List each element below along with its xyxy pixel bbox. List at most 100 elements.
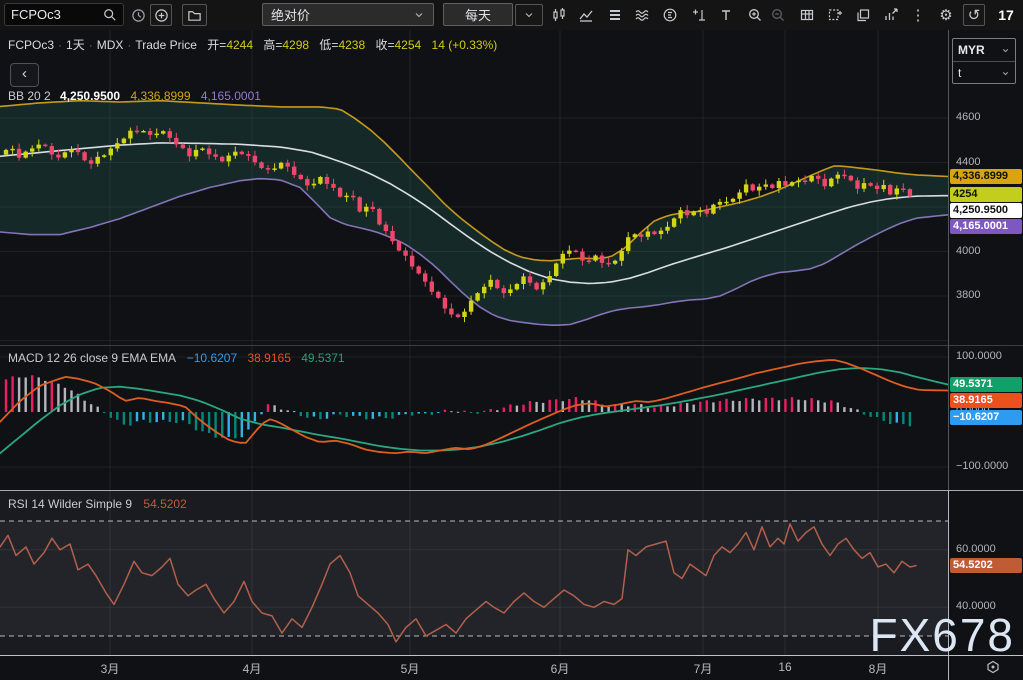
main-price-pane[interactable] xyxy=(0,30,948,345)
price-badge: 38.9165 xyxy=(950,393,1022,408)
interval-value: 每天 xyxy=(465,5,491,24)
price-axis-separator-bottom xyxy=(948,490,949,680)
top-toolbar: FCPOc3 绝对价 每天 ⋮ ⚙ ↺ 17 xyxy=(0,0,1023,30)
price-mode-dropdown[interactable]: 绝对价 xyxy=(262,3,434,26)
time-tick-label: 3月 xyxy=(101,660,120,677)
session-settings-button[interactable] xyxy=(985,659,1001,680)
high-label: 高= xyxy=(263,38,282,52)
bb-basis-value: 4,250.9500 xyxy=(60,89,120,103)
price-tick-label: 100.0000 xyxy=(956,350,1002,362)
candles-icon xyxy=(551,7,567,23)
e-circle-icon xyxy=(662,7,678,23)
time-tick-label: 5月 xyxy=(401,660,420,677)
price-mode-value: 绝对价 xyxy=(271,5,310,24)
price-badge: −10.6207 xyxy=(950,410,1022,425)
open-value: 4244 xyxy=(226,38,253,52)
zoom-out-icon xyxy=(770,7,786,23)
copy-layout-icon xyxy=(855,7,871,23)
hexagon-dot-icon xyxy=(985,659,1001,675)
pane-separator-rsi[interactable] xyxy=(0,490,1023,491)
rsi-pane[interactable] xyxy=(0,490,948,655)
legend-symbol[interactable]: FCPOc3 xyxy=(8,38,54,52)
indicators-icon xyxy=(578,7,594,23)
price-badge: 49.5371 xyxy=(950,377,1022,392)
compare-add-button[interactable] xyxy=(150,4,172,26)
change-value: 14 (+0.33%) xyxy=(432,38,498,52)
chevron-down-icon xyxy=(1001,69,1010,78)
zoom-out-button[interactable] xyxy=(767,4,789,26)
rsi-value: 54.5202 xyxy=(143,497,186,511)
interval-dropdown[interactable]: 每天 xyxy=(443,3,513,26)
price-badge: 4,165.0001 xyxy=(950,219,1022,234)
legend-timeframe[interactable]: 1天 xyxy=(66,38,85,52)
time-axis-separator xyxy=(0,655,1023,656)
bb-title: BB 20 2 xyxy=(8,89,51,103)
macd-pane[interactable] xyxy=(0,345,948,490)
price-badge: 4,336.8999 xyxy=(950,169,1022,184)
overlays-button[interactable] xyxy=(631,4,653,26)
time-tick-label: 4月 xyxy=(243,660,262,677)
table-view-button[interactable] xyxy=(796,4,818,26)
report-button[interactable] xyxy=(880,4,902,26)
bb-legend[interactable]: BB 20 2 4,250.9500 4,336.8999 4,165.0001 xyxy=(8,89,261,103)
pane-separator-macd[interactable] xyxy=(0,345,1023,346)
price-tick-label: 60.0000 xyxy=(956,543,996,555)
currency-dropdown[interactable]: MYR xyxy=(953,39,1015,62)
alert-button[interactable] xyxy=(688,4,710,26)
low-value: 4238 xyxy=(338,38,365,52)
chart-style-button[interactable] xyxy=(548,4,570,26)
tradingview-logo[interactable]: 17 xyxy=(995,4,1017,26)
templates-button[interactable] xyxy=(604,4,626,26)
kebab-menu-button[interactable]: ⋮ xyxy=(907,4,929,26)
undo-icon: ↺ xyxy=(968,8,981,23)
snapshot-button[interactable] xyxy=(824,4,846,26)
clock-icon xyxy=(131,8,146,23)
chevron-down-icon xyxy=(523,9,535,21)
price-badge: 54.5202 xyxy=(950,558,1022,573)
time-tick-label: 16 xyxy=(778,660,791,674)
price-axis[interactable]: MYR t 4600440040003800100.00000.0000−100… xyxy=(948,30,1023,655)
settings-button[interactable]: ⚙ xyxy=(935,4,957,26)
rsi-legend[interactable]: RSI 14 Wilder Simple 9 54.5202 xyxy=(8,497,187,511)
symbol-search-value: FCPOc3 xyxy=(11,7,61,22)
symbol-search-input[interactable]: FCPOc3 xyxy=(4,3,124,26)
plus-circle-icon xyxy=(154,8,169,23)
tv-logo-text: 17 xyxy=(998,7,1014,23)
waves-icon xyxy=(634,7,650,23)
unit-value: t xyxy=(958,66,961,80)
price-tick-label: 3800 xyxy=(956,289,980,301)
open-label: 开= xyxy=(207,38,226,52)
macd-legend[interactable]: MACD 12 26 close 9 EMA EMA −10.6207 38.9… xyxy=(8,351,345,365)
separator-dot: · xyxy=(89,38,93,52)
back-button[interactable]: ‹ xyxy=(10,63,39,87)
price-badge: 4254 xyxy=(950,187,1022,202)
bb-upper-value: 4,336.8999 xyxy=(130,89,190,103)
chevron-down-icon xyxy=(1001,46,1010,55)
economic-events-button[interactable] xyxy=(659,4,681,26)
indicators-button[interactable] xyxy=(575,4,597,26)
text-t-icon xyxy=(718,7,734,23)
macd-line-value: 38.9165 xyxy=(247,351,290,365)
clock-history-button[interactable] xyxy=(127,4,149,26)
layout-button[interactable] xyxy=(852,4,874,26)
interval-menu-button[interactable] xyxy=(515,4,543,26)
axis-unit-box: MYR t xyxy=(952,38,1016,84)
close-value: 4254 xyxy=(395,38,422,52)
price-tick-label: −100.0000 xyxy=(956,460,1008,472)
price-tick-label: 4400 xyxy=(956,156,980,168)
high-value: 4298 xyxy=(282,38,309,52)
zoom-in-button[interactable] xyxy=(744,4,766,26)
undo-button[interactable]: ↺ xyxy=(963,4,985,26)
legend-exchange: MDX xyxy=(97,38,124,52)
price-badge: 4,250.9500 xyxy=(950,203,1022,218)
price-tick-label: 4000 xyxy=(956,245,980,257)
unit-dropdown[interactable]: t xyxy=(953,62,1015,84)
alert-plus-icon xyxy=(691,7,707,23)
bb-lower-value: 4,165.0001 xyxy=(201,89,261,103)
folder-button[interactable] xyxy=(182,4,207,26)
text-tool-button[interactable] xyxy=(715,4,737,26)
chart-legend-header: FCPOc3·1天·MDX·Trade Price 开=4244 高=4298 … xyxy=(8,36,497,53)
folder-icon xyxy=(187,8,202,23)
time-axis[interactable]: 3月4月5月6月7月168月 xyxy=(0,655,1023,680)
price-tick-label: 40.0000 xyxy=(956,600,996,612)
